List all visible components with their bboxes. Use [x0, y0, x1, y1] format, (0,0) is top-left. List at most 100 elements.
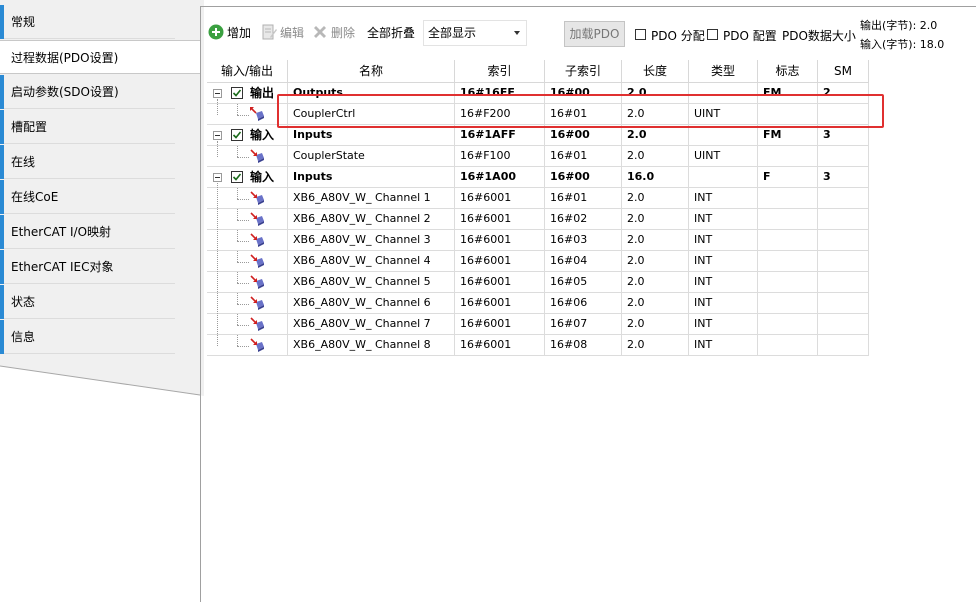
type-cell: INT — [689, 251, 758, 272]
type-cell: INT — [689, 272, 758, 293]
collapse-toggle-icon[interactable] — [213, 173, 222, 182]
pdo-entry-row[interactable]: XB6_A80V_W_ Channel 1 16#6001 16#01 2.0 INT — [207, 188, 869, 209]
pdo-entry-row[interactable]: XB6_A80V_W_ Channel 8 16#6001 16#08 2.0 INT — [207, 335, 869, 356]
sm-cell: 3 — [818, 167, 869, 188]
length-cell: 2.0 — [622, 230, 689, 251]
edit-label: 编辑 — [280, 26, 305, 40]
input-variable-icon — [250, 275, 264, 289]
name-cell: XB6_A80V_W_ Channel 1 — [288, 188, 455, 209]
name-cell: XB6_A80V_W_ Channel 5 — [288, 272, 455, 293]
pdo-entry-row[interactable]: XB6_A80V_W_ Channel 3 16#6001 16#03 2.0 INT — [207, 230, 869, 251]
collapse-toggle-icon[interactable] — [213, 131, 222, 140]
length-cell: 2.0 — [622, 272, 689, 293]
io-column-header[interactable]: 输入/输出 — [207, 60, 288, 83]
input-variable-icon — [250, 296, 264, 310]
sidebar-tab-3[interactable]: 槽配置 — [4, 110, 175, 144]
tree-line — [237, 115, 249, 116]
input-variable-icon — [250, 317, 264, 331]
index-cell: 16#1AFF — [455, 125, 545, 146]
length-column-header[interactable]: 长度 — [622, 60, 689, 83]
tab-accent-bar — [0, 145, 4, 179]
flag-cell: F — [758, 167, 818, 188]
group-enabled-checkbox[interactable] — [231, 171, 243, 183]
tab-accent-bar — [0, 285, 4, 319]
edit-button[interactable]: 编辑 — [261, 24, 304, 42]
chevron-down-icon — [514, 31, 520, 35]
sm-column-header[interactable]: SM — [818, 60, 869, 83]
name-cell: XB6_A80V_W_ Channel 7 — [288, 314, 455, 335]
delete-button[interactable]: 删除 — [312, 24, 355, 42]
io-tree-cell — [207, 335, 288, 356]
collapse-toggle-icon[interactable] — [213, 89, 222, 98]
sidebar-tab-7[interactable]: EtherCAT IEC对象 — [4, 250, 175, 284]
display-filter-select[interactable]: 全部显示 — [423, 20, 527, 46]
sidebar-tab-4[interactable]: 在线 — [4, 145, 175, 179]
type-column-header[interactable]: 类型 — [689, 60, 758, 83]
sidebar-tab-9[interactable]: 信息 — [4, 320, 175, 354]
subindex-cell: 16#04 — [545, 251, 622, 272]
flag-column-header[interactable]: 标志 — [758, 60, 818, 83]
sidebar-tab-1[interactable]: 过程数据(PDO设置) — [0, 40, 200, 74]
pdo-entry-row[interactable]: XB6_A80V_W_ Channel 5 16#6001 16#05 2.0 INT — [207, 272, 869, 293]
io-tree-cell: 输出 — [207, 83, 288, 104]
index-cell: 16#6001 — [455, 188, 545, 209]
subindex-column-header[interactable]: 子索引 — [545, 60, 622, 83]
index-cell: 16#6001 — [455, 293, 545, 314]
pdo-entry-row[interactable]: XB6_A80V_W_ Channel 2 16#6001 16#02 2.0 INT — [207, 209, 869, 230]
collapse-all-button[interactable]: 全部折叠 — [367, 24, 415, 42]
subindex-cell: 16#08 — [545, 335, 622, 356]
pdo-group-row[interactable]: 输入 Inputs 16#1AFF 16#00 2.0 FM 3 — [207, 125, 869, 146]
io-tree-cell — [207, 314, 288, 335]
tree-line — [237, 157, 249, 158]
index-column-header[interactable]: 索引 — [455, 60, 545, 83]
add-button[interactable]: 增加 — [208, 24, 251, 42]
length-cell: 2.0 — [622, 188, 689, 209]
delete-label: 删除 — [331, 26, 356, 40]
subindex-cell: 16#05 — [545, 272, 622, 293]
load-pdo-button[interactable]: 加载PDO — [564, 21, 625, 47]
index-cell: 16#1A00 — [455, 167, 545, 188]
io-direction-label: 输出 — [250, 86, 275, 100]
pdo-entry-row[interactable]: CouplerState 16#F100 16#01 2.0 UINT — [207, 146, 869, 167]
flag-cell — [758, 335, 818, 356]
subindex-cell: 16#01 — [545, 188, 622, 209]
flag-cell — [758, 146, 818, 167]
index-cell: 16#6001 — [455, 272, 545, 293]
type-cell: INT — [689, 209, 758, 230]
tree-line — [237, 220, 249, 221]
name-cell: Inputs — [288, 125, 455, 146]
input-variable-icon — [250, 212, 264, 226]
settings-tab-panel: 常规 过程数据(PDO设置) 启动参数(SDO设置) 槽配置 在线 在线CoE EtherC… — [0, 0, 204, 602]
sidebar-tab-5[interactable]: 在线CoE — [4, 180, 175, 214]
pdo-entry-row[interactable]: XB6_A80V_W_ Channel 4 16#6001 16#04 2.0 INT — [207, 251, 869, 272]
input-size-readout: 输入(字节): 18.0 — [860, 38, 945, 51]
pdo-entry-row[interactable]: XB6_A80V_W_ Channel 7 16#6001 16#07 2.0 INT — [207, 314, 869, 335]
tree-line — [217, 99, 218, 115]
group-enabled-checkbox[interactable] — [231, 87, 243, 99]
input-variable-icon — [250, 254, 264, 268]
length-cell: 2.0 — [622, 314, 689, 335]
pdo-entry-row[interactable]: XB6_A80V_W_ Channel 6 16#6001 16#06 2.0 INT — [207, 293, 869, 314]
flag-cell — [758, 188, 818, 209]
subindex-cell: 16#06 — [545, 293, 622, 314]
pdo-assign-checkbox[interactable] — [635, 29, 646, 40]
sidebar-tab-6[interactable]: EtherCAT I/O映射 — [4, 215, 175, 249]
length-cell: 2.0 — [622, 209, 689, 230]
edit-page-icon — [262, 24, 277, 40]
sm-cell — [818, 146, 869, 167]
sm-cell — [818, 251, 869, 272]
subindex-cell: 16#02 — [545, 209, 622, 230]
tree-line — [237, 230, 238, 241]
type-cell: INT — [689, 314, 758, 335]
sm-cell — [818, 188, 869, 209]
sidebar-tab-2[interactable]: 启动参数(SDO设置) — [4, 75, 175, 109]
io-direction-label: 输入 — [250, 170, 275, 184]
sidebar-tab-8[interactable]: 状态 — [4, 285, 175, 319]
sidebar-tab-0[interactable]: 常规 — [4, 5, 175, 39]
pdo-config-checkbox[interactable] — [707, 29, 718, 40]
name-column-header[interactable]: 名称 — [288, 60, 455, 83]
io-tree-cell: 输入 — [207, 125, 288, 146]
pdo-group-row[interactable]: 输入 Inputs 16#1A00 16#00 16.0 F 3 — [207, 167, 869, 188]
group-enabled-checkbox[interactable] — [231, 129, 243, 141]
delete-x-icon — [314, 26, 326, 38]
